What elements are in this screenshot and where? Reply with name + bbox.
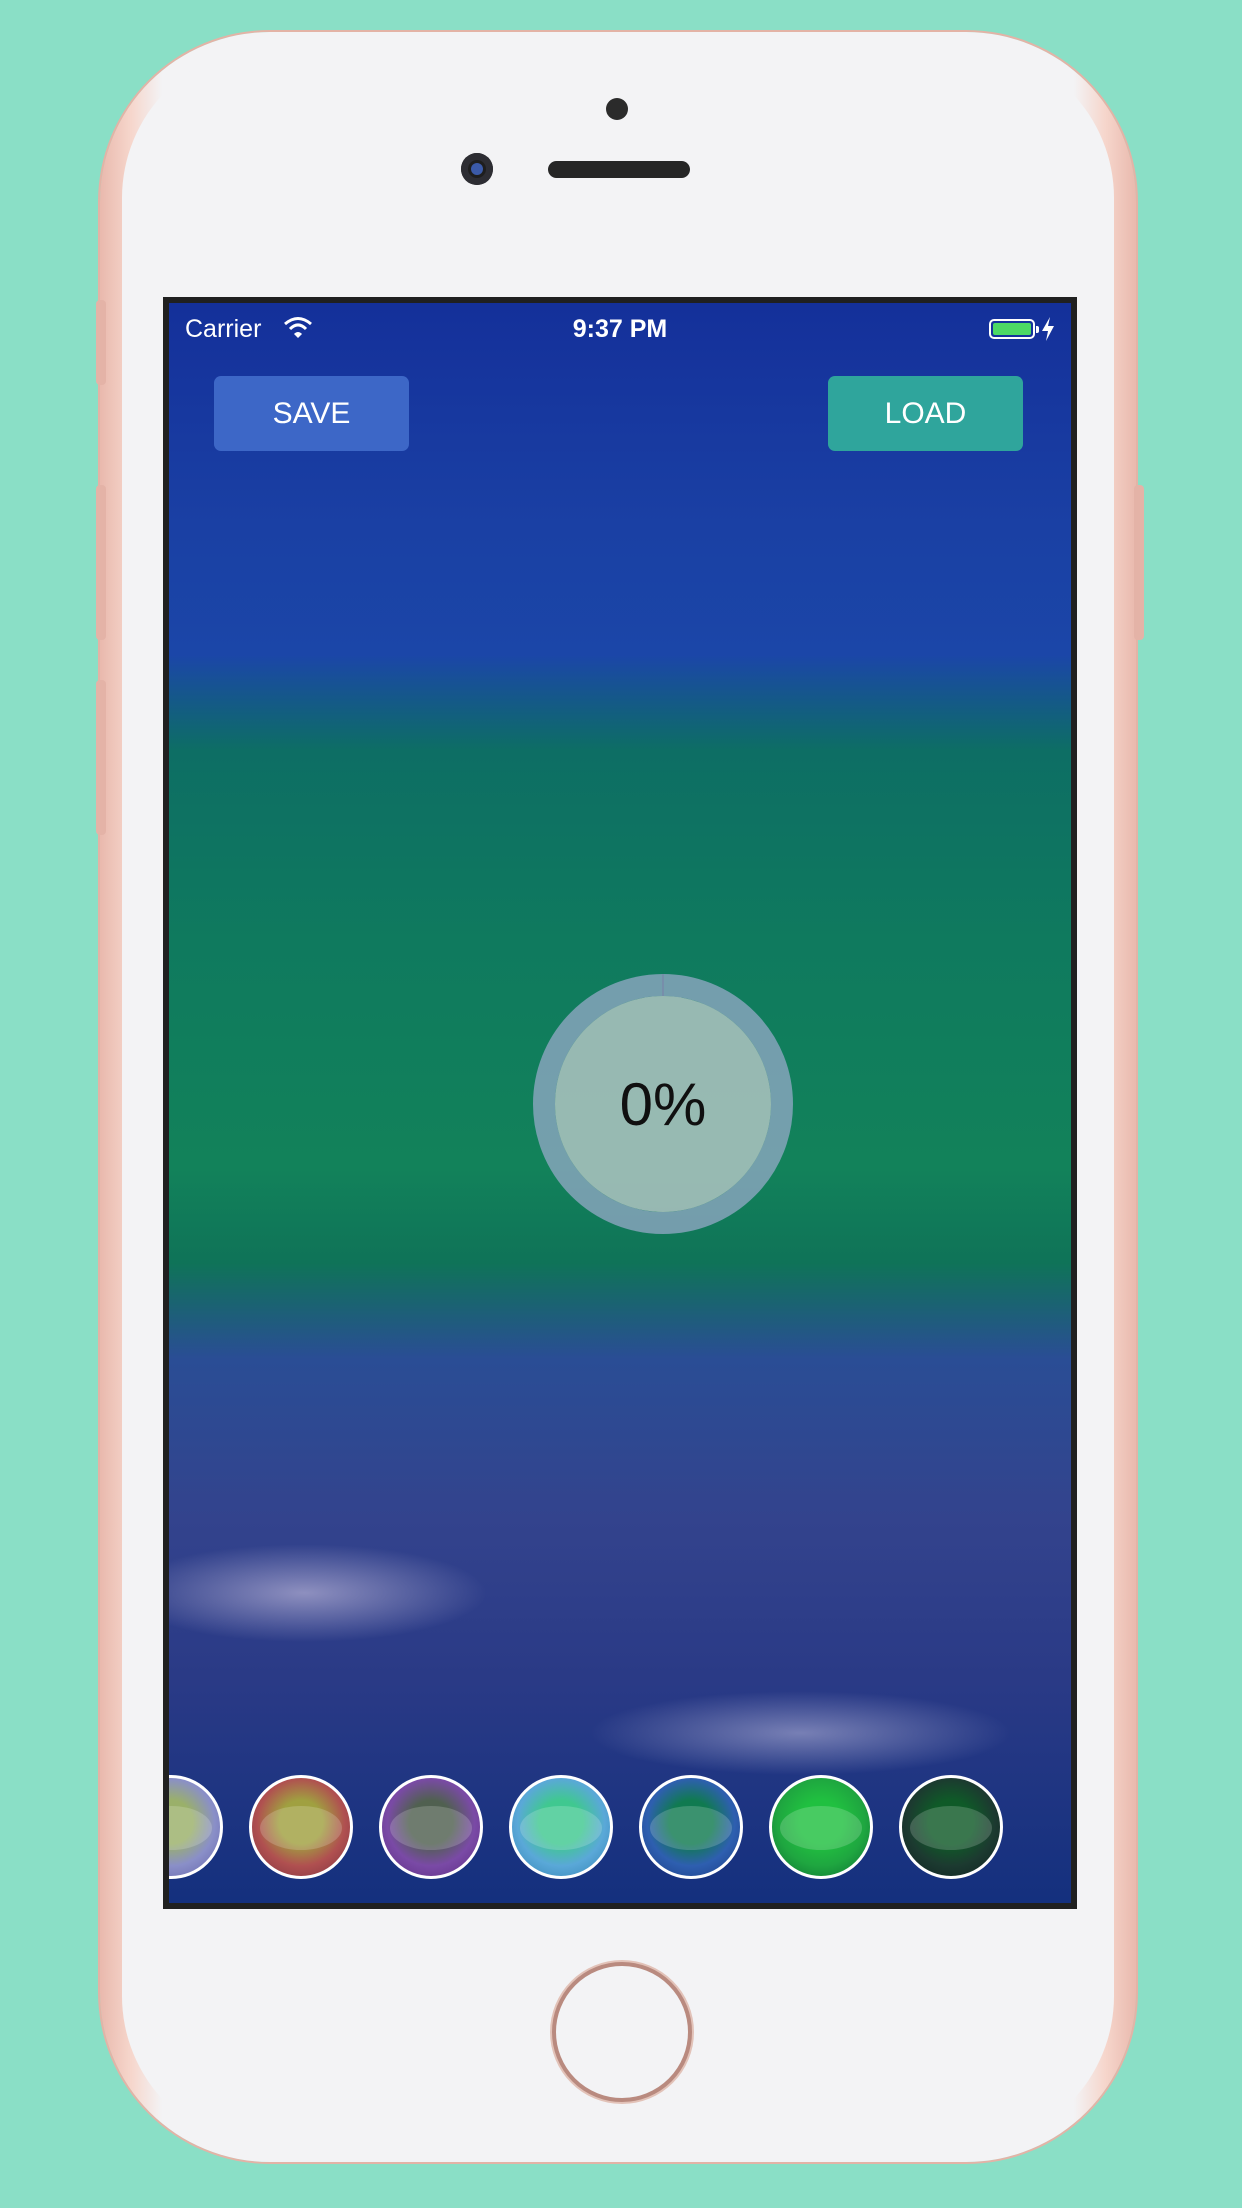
- volume-up-button: [96, 485, 106, 640]
- clock: 9:37 PM: [572, 315, 668, 343]
- status-bar: Carrier 9:37 PM: [169, 303, 1071, 349]
- earpiece-speaker: [548, 161, 690, 178]
- filter-strip: [169, 1775, 1071, 1885]
- filter-thumbnail[interactable]: [249, 1775, 353, 1879]
- proximity-sensor: [606, 98, 628, 120]
- filter-thumbnail[interactable]: [509, 1775, 613, 1879]
- power-button: [1134, 485, 1144, 640]
- battery-icon: [989, 319, 1039, 339]
- save-button[interactable]: SAVE: [214, 376, 409, 451]
- front-camera-icon: [461, 153, 493, 185]
- charging-bolt-icon: [1042, 317, 1054, 341]
- filter-thumbnail[interactable]: [769, 1775, 873, 1879]
- mute-switch: [96, 300, 106, 385]
- filter-thumbnail[interactable]: [639, 1775, 743, 1879]
- filter-thumbnail[interactable]: [169, 1775, 223, 1879]
- filter-thumbnail[interactable]: [379, 1775, 483, 1879]
- filter-thumbnail[interactable]: [899, 1775, 1003, 1879]
- screen: Carrier 9:37 PM SAVE LOAD 0%: [163, 297, 1077, 1909]
- photo-canvas[interactable]: Carrier 9:37 PM SAVE LOAD 0%: [169, 303, 1071, 1903]
- volume-down-button: [96, 680, 106, 835]
- progress-indicator: 0%: [533, 974, 793, 1234]
- progress-label: 0%: [619, 1070, 707, 1138]
- home-button[interactable]: [552, 1962, 692, 2102]
- load-button[interactable]: LOAD: [828, 376, 1023, 451]
